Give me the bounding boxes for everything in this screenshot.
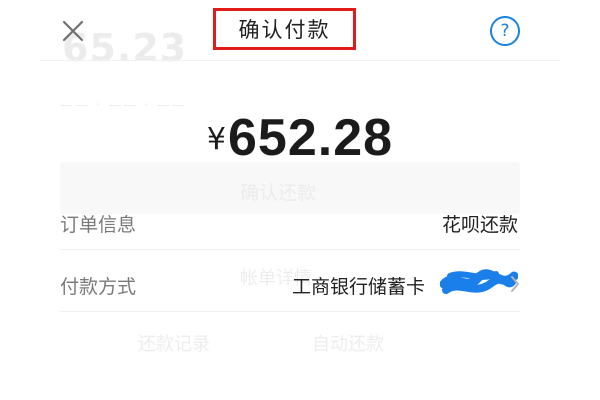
help-icon: ?	[500, 21, 510, 41]
payment-amount: ¥652.28	[0, 108, 600, 168]
background-right-link: 自动还款	[312, 334, 384, 355]
page-title: 确认付款	[238, 18, 331, 42]
currency-symbol: ¥	[206, 122, 227, 157]
payment-method-value: 工商银行储蓄卡	[292, 276, 426, 298]
page-title-highlight: 确认付款	[213, 8, 356, 50]
payment-method-label: 付款方式	[60, 276, 137, 298]
payment-confirm-sheet: 65.23 —— · —— · —— 确认还款 帐单详情 还款记录 自动还款 确…	[0, 0, 600, 400]
order-info-value: 花呗还款	[441, 214, 518, 236]
chevron-right-icon	[511, 276, 519, 292]
background-left-link: 还款记录	[138, 334, 210, 355]
order-info-row: 订单信息 花呗还款	[60, 194, 520, 250]
close-icon	[62, 20, 84, 42]
order-info-label: 订单信息	[60, 214, 137, 236]
close-button[interactable]	[58, 16, 88, 46]
header-divider	[40, 60, 560, 61]
redaction-scribble	[440, 269, 518, 294]
payment-method-row[interactable]: 付款方式 工商银行储蓄卡	[60, 256, 520, 312]
amount-value: 652.28	[228, 109, 394, 167]
help-button[interactable]: ?	[490, 16, 520, 46]
